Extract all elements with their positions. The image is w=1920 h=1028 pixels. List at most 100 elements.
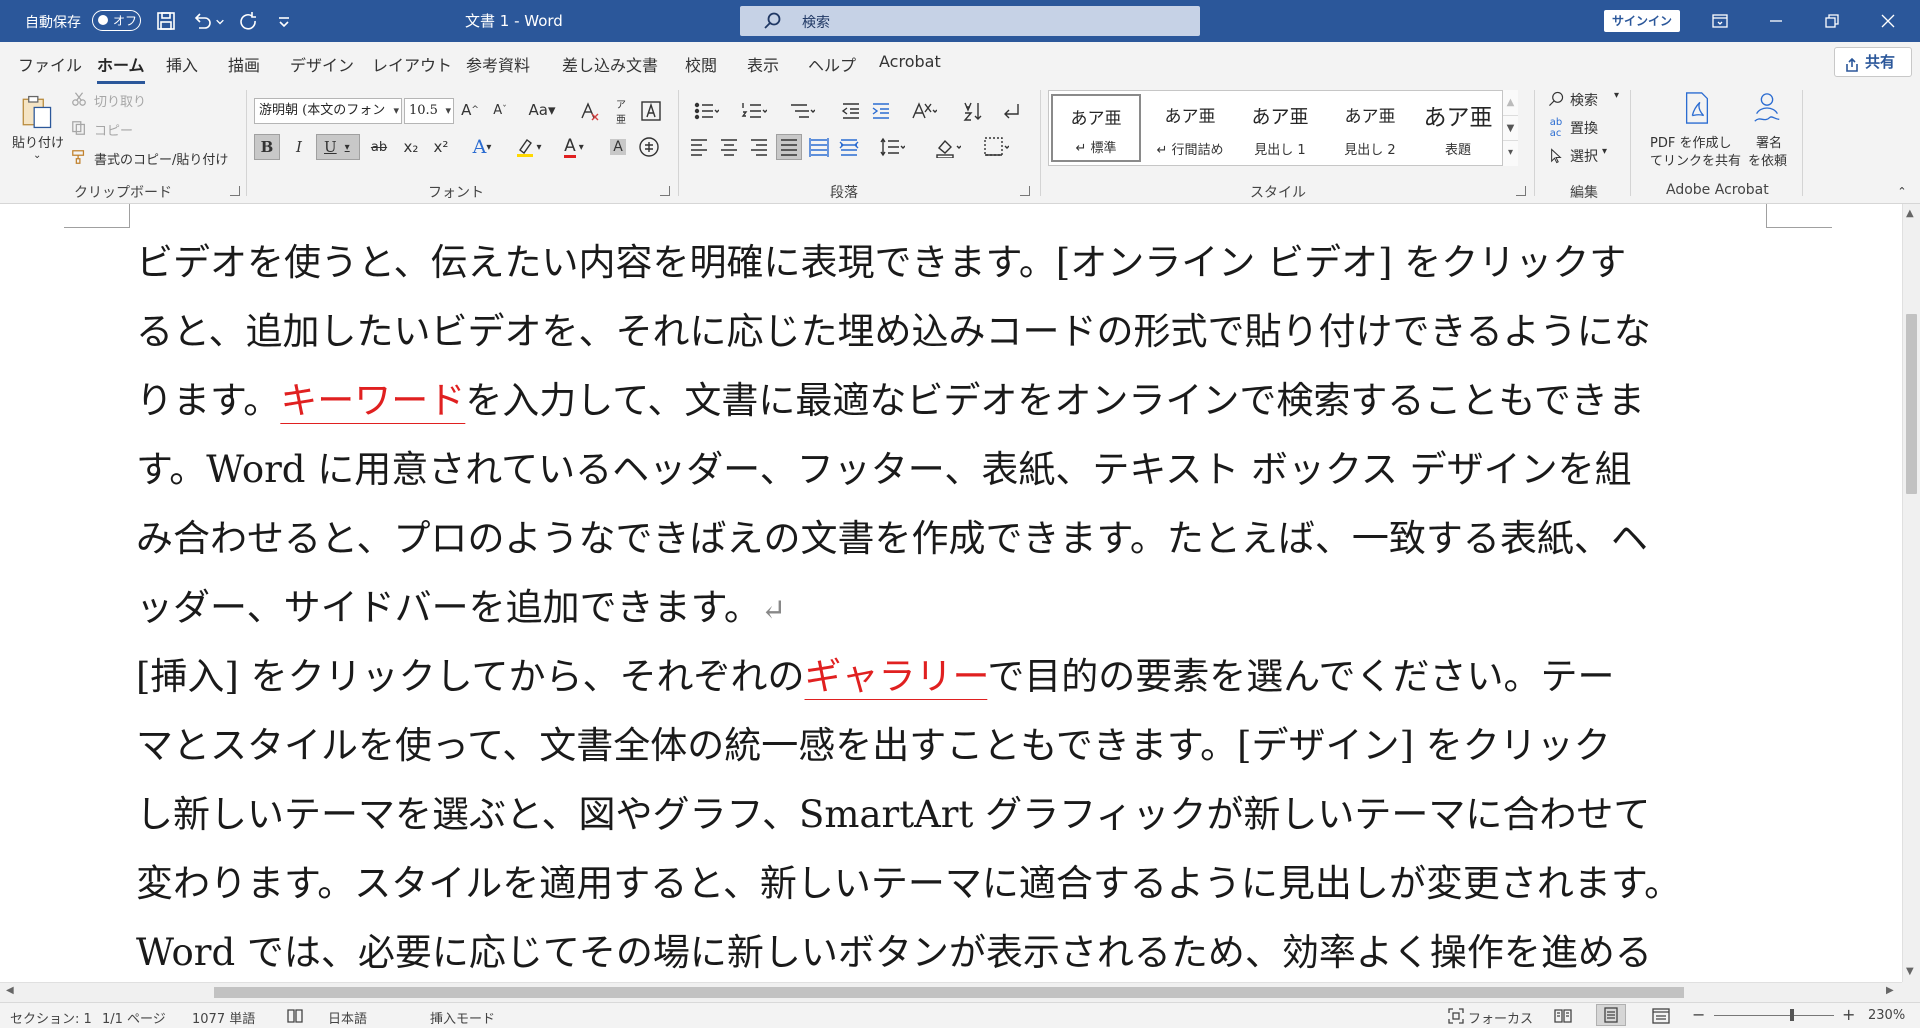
cut-label[interactable]: 切り取り (94, 91, 146, 110)
multilevel-list-icon[interactable] (782, 98, 822, 124)
align-center-icon[interactable] (716, 134, 742, 160)
tab-design[interactable]: デザイン (290, 52, 354, 76)
tab-view[interactable]: 表示 (747, 52, 779, 76)
focus-label[interactable]: フォーカス (1468, 1008, 1533, 1027)
styles-down-icon[interactable]: ▼ (1503, 115, 1518, 140)
select-dropdown-icon[interactable]: ▾ (1602, 146, 1607, 157)
document-area[interactable]: ビデオを使うと、伝えたい内容を明確に表現できます。[オンライン ビデオ] をクリ… (0, 204, 1902, 982)
select-label[interactable]: 選択 (1570, 146, 1598, 166)
text-effects-icon[interactable]: A ▾ (464, 134, 500, 160)
borders-icon[interactable] (976, 134, 1016, 160)
autosave-toggle[interactable]: オフ (92, 10, 141, 31)
zoom-out-icon[interactable]: − (1692, 1005, 1705, 1024)
bullets-icon[interactable] (686, 98, 726, 124)
align-left-icon[interactable] (686, 134, 712, 160)
customize-qat-icon[interactable] (272, 9, 296, 33)
proofing-icon[interactable] (286, 1008, 304, 1028)
style-no-spacing[interactable]: あア亜 ↵ 行間詰め (1145, 94, 1235, 162)
bold-button[interactable]: B (254, 134, 280, 160)
pdf-create-line2[interactable]: てリンクを共有 (1650, 150, 1741, 169)
find-label[interactable]: 検索 (1570, 90, 1598, 110)
decrease-indent-icon[interactable] (838, 98, 864, 124)
web-layout-icon[interactable] (1652, 1008, 1670, 1028)
font-color-icon[interactable]: A ▾ (556, 134, 592, 160)
line-spacing-icon[interactable] (872, 134, 912, 160)
scroll-right-icon[interactable]: ▶ (1886, 985, 1894, 996)
print-layout-icon[interactable] (1596, 1004, 1626, 1026)
find-icon[interactable] (1546, 89, 1566, 109)
font-size-combo[interactable]: 10.5 (404, 98, 454, 124)
replace-label[interactable]: 置換 (1570, 118, 1598, 138)
clipboard-launcher-icon[interactable] (230, 186, 240, 196)
superscript-button[interactable]: x² (428, 134, 454, 160)
shrink-font-icon[interactable]: Aˇ (488, 98, 512, 122)
phonetic-guide-icon[interactable]: ア亜 (608, 98, 634, 126)
horizontal-scrollbar[interactable]: ◀ ▶ (0, 982, 1902, 1002)
paragraph[interactable]: ビデオを使うと、伝えたい内容を明確に表現できます。[オンライン ビデオ] をクリ… (136, 228, 1776, 642)
zoom-slider-thumb[interactable] (1790, 1009, 1794, 1021)
numbering-icon[interactable] (734, 98, 774, 124)
paragraph[interactable]: [挿入] をクリックしてから、それぞれのギャラリーで目的の要素を選んでください。… (136, 642, 1776, 982)
styles-more-icon[interactable]: ▾ (1503, 140, 1518, 164)
tab-home[interactable]: ホーム (97, 52, 145, 84)
increase-indent-icon[interactable] (868, 98, 894, 124)
align-right-icon[interactable] (746, 134, 772, 160)
character-shading-icon[interactable]: A (606, 134, 630, 160)
tab-layout[interactable]: レイアウト (372, 52, 452, 76)
minimize-icon[interactable] (1748, 0, 1804, 42)
vertical-scrollbar[interactable]: ▲ ▼ (1902, 204, 1920, 982)
request-signature-icon[interactable] (1750, 90, 1784, 126)
signin-button[interactable]: サインイン (1604, 10, 1680, 32)
italic-button[interactable]: I (286, 134, 312, 160)
tab-draw[interactable]: 描画 (228, 52, 260, 76)
asian-layout-icon[interactable] (904, 98, 944, 124)
focus-icon[interactable] (1448, 1008, 1464, 1028)
shading-icon[interactable] (928, 134, 968, 160)
paste-dropdown-icon[interactable]: ⌄ (33, 150, 41, 161)
format-painter-label[interactable]: 書式のコピー/貼り付け (94, 149, 228, 168)
redo-icon[interactable] (236, 9, 260, 33)
pdf-create-line1[interactable]: PDF を作成し (1650, 132, 1731, 151)
justify-icon[interactable] (776, 134, 802, 160)
select-icon[interactable] (1546, 146, 1566, 166)
share-button[interactable]: 共有 (1834, 47, 1912, 77)
strikethrough-button[interactable]: ab (366, 134, 392, 160)
zoom-slider[interactable] (1714, 1015, 1834, 1016)
scroll-up-icon[interactable]: ▲ (1906, 208, 1914, 219)
word-count[interactable]: 1077 単語 (192, 1008, 255, 1027)
font-name-combo[interactable]: 游明朝 (本文のフォン (254, 98, 402, 124)
undo-dropdown-icon[interactable] (214, 9, 226, 33)
style-title[interactable]: あア亜 表題 (1413, 94, 1503, 162)
restore-icon[interactable] (1804, 0, 1860, 42)
scroll-left-icon[interactable]: ◀ (6, 985, 14, 996)
paste-icon[interactable] (14, 90, 58, 134)
styles-launcher-icon[interactable] (1516, 186, 1526, 196)
zoom-in-icon[interactable]: + (1842, 1005, 1855, 1024)
underline-button[interactable]: U ▾ (316, 134, 360, 160)
vertical-scroll-thumb[interactable] (1906, 314, 1917, 494)
tab-file[interactable]: ファイル (18, 52, 82, 76)
section-indicator[interactable]: セクション: 1 (10, 1008, 92, 1027)
style-heading-2[interactable]: あア亜 見出し 2 (1325, 94, 1415, 162)
highlight-color-icon[interactable]: ▾ (510, 134, 546, 160)
change-case-icon[interactable]: Aa▾ (524, 98, 560, 122)
copy-label[interactable]: コピー (94, 120, 133, 139)
column-distribute-icon[interactable] (836, 134, 862, 160)
read-mode-icon[interactable] (1554, 1008, 1572, 1028)
page-indicator[interactable]: 1/1 ページ (102, 1008, 166, 1027)
style-normal[interactable]: あア亜 ↵ 標準 (1051, 94, 1141, 162)
ribbon-display-options-icon[interactable] (1692, 0, 1748, 42)
subscript-button[interactable]: x₂ (398, 134, 424, 160)
horizontal-scroll-thumb[interactable] (214, 987, 1684, 998)
distributed-icon[interactable] (806, 134, 832, 160)
style-heading-1[interactable]: あア亜 見出し 1 (1235, 94, 1325, 162)
tab-references[interactable]: 参考資料 (466, 52, 530, 76)
character-border-icon[interactable] (638, 98, 664, 124)
tab-review[interactable]: 校閲 (685, 52, 717, 76)
grow-font-icon[interactable]: A ^ (458, 98, 482, 122)
font-launcher-icon[interactable] (660, 186, 670, 196)
save-icon[interactable] (154, 9, 178, 33)
zoom-level[interactable]: 230% (1868, 1008, 1905, 1023)
replace-icon[interactable]: ab ac (1546, 117, 1566, 139)
clear-formatting-icon[interactable] (576, 98, 602, 124)
